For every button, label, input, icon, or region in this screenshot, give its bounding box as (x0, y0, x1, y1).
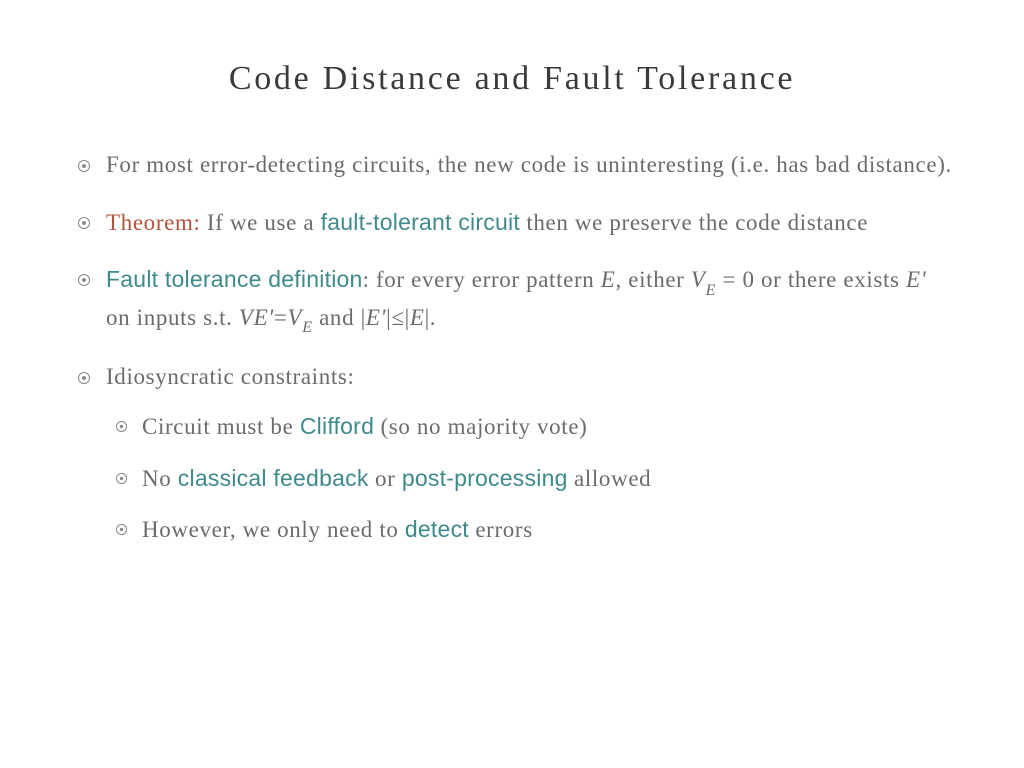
eq: = (274, 305, 288, 330)
var-VEprime: VE' (239, 305, 274, 330)
bullet-3: Fault tolerance definition: for every er… (70, 262, 954, 338)
bullet-1: For most error-detecting circuits, the n… (70, 148, 954, 183)
sub-bullet-list: Circuit must be Clifford (so no majority… (106, 409, 954, 548)
text: |. (425, 305, 437, 330)
text: Circuit must be (142, 414, 300, 439)
text: = 0 or there exists (716, 267, 906, 292)
term-post-processing: post-processing (402, 465, 568, 491)
bullet-list: For most error-detecting circuits, the n… (70, 148, 954, 548)
text: : for every error pattern (363, 267, 601, 292)
text: and | (313, 305, 366, 330)
var-Eprime2: E' (366, 305, 386, 330)
var-VE2: V (288, 305, 303, 330)
text: then we preserve the code distance (520, 210, 868, 235)
term-classical-feedback: classical feedback (178, 465, 369, 491)
text: However, we only need to (142, 517, 405, 542)
text: errors (469, 517, 533, 542)
text: or (369, 466, 402, 491)
term-detect: detect (405, 516, 469, 542)
text: If we use a (201, 210, 321, 235)
sub-E: E (706, 282, 716, 299)
sub-E2: E (302, 319, 312, 336)
var-E: E (601, 267, 616, 292)
theorem-label: Theorem: (106, 210, 201, 235)
text: (so no majority vote) (374, 414, 587, 439)
sub-bullet-1: Circuit must be Clifford (so no majority… (106, 409, 954, 445)
var-Eprime: E' (906, 267, 926, 292)
sub-bullet-3: However, we only need to detect errors (106, 512, 954, 548)
term-clifford: Clifford (300, 413, 374, 439)
slide-title: Code Distance and Fault Tolerance (70, 60, 954, 98)
sub-bullet-2: No classical feedback or post-processing… (106, 461, 954, 497)
var-VE: V (691, 267, 706, 292)
term-fault-tolerance-definition: Fault tolerance definition (106, 266, 363, 292)
var-E2: E (410, 305, 425, 330)
bullet-2: Theorem: If we use a fault-tolerant circ… (70, 205, 954, 241)
bullet-4: Idiosyncratic constraints: Circuit must … (70, 360, 954, 547)
text: |≤| (386, 305, 410, 330)
text: Idiosyncratic constraints: (106, 364, 355, 389)
text: on inputs s.t. (106, 305, 239, 330)
text: No (142, 466, 178, 491)
slide: Code Distance and Fault Tolerance For mo… (0, 0, 1024, 610)
text: allowed (568, 466, 652, 491)
term-fault-tolerant-circuit: fault-tolerant circuit (321, 209, 520, 235)
text: , either (616, 267, 691, 292)
